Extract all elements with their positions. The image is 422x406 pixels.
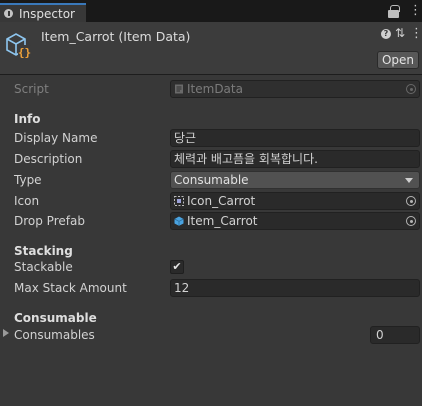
open-button[interactable]: Open	[377, 51, 419, 69]
max-stack-label: Max Stack Amount	[14, 281, 127, 295]
consumables-label[interactable]: Consumables	[14, 328, 95, 342]
prefab-icon	[174, 216, 184, 226]
help-icon[interactable]: ?	[381, 29, 391, 39]
script-file-icon	[175, 84, 183, 94]
section-info: Info	[14, 112, 41, 126]
stackable-label: Stackable	[14, 260, 73, 274]
icon-object-field[interactable]: Icon_Carrot	[170, 192, 420, 210]
description-label: Description	[14, 152, 83, 166]
inspector-header: {} Item_Carrot (Item Data) ? ⇅ ⋮ Open	[0, 22, 422, 74]
max-stack-field[interactable]: 12	[170, 279, 420, 297]
drop-prefab-label: Drop Prefab	[14, 214, 85, 228]
consumables-size-field[interactable]: 0	[370, 326, 420, 344]
section-stacking: Stacking	[14, 244, 73, 258]
more-vertical-icon[interactable]: ⋮	[409, 4, 422, 18]
display-name-label: Display Name	[14, 131, 98, 145]
settings-sliders-icon[interactable]: ⇅	[395, 26, 405, 40]
script-field: ItemData	[170, 80, 420, 98]
inspector-body	[0, 75, 422, 406]
info-icon	[4, 9, 13, 18]
object-picker-icon[interactable]	[406, 196, 416, 206]
drop-prefab-value: Item_Carrot	[187, 214, 258, 228]
type-value: Consumable	[174, 173, 249, 187]
tab-inspector-label: Inspector	[19, 6, 75, 21]
display-name-field[interactable]: 당근	[170, 129, 420, 147]
tab-inspector[interactable]: Inspector	[0, 3, 86, 22]
section-consumable: Consumable	[14, 311, 97, 325]
lock-icon-body[interactable]	[388, 10, 399, 18]
type-label: Type	[14, 173, 42, 187]
inspector-tab-bar: Inspector ⋮	[0, 0, 422, 22]
object-picker-icon	[406, 84, 416, 94]
chevron-down-icon	[405, 178, 413, 183]
script-value: ItemData	[187, 82, 243, 96]
svg-text:{}: {}	[18, 46, 31, 59]
foldout-arrow-icon[interactable]	[3, 329, 9, 337]
object-picker-icon[interactable]	[406, 216, 416, 226]
icon-value: Icon_Carrot	[187, 194, 256, 208]
description-field[interactable]: 체력과 배고픔을 회복합니다.	[170, 150, 420, 168]
icon-label: Icon	[14, 194, 40, 208]
type-dropdown[interactable]: Consumable	[170, 171, 420, 189]
asset-title: Item_Carrot (Item Data)	[41, 29, 191, 44]
drop-prefab-field[interactable]: Item_Carrot	[170, 212, 420, 230]
stackable-checkbox[interactable]: ✔	[170, 260, 184, 274]
script-label: Script	[14, 82, 49, 96]
sprite-icon	[174, 196, 184, 206]
scriptable-object-icon: {}	[6, 33, 31, 59]
more-vertical-icon[interactable]: ⋮	[410, 26, 422, 41]
